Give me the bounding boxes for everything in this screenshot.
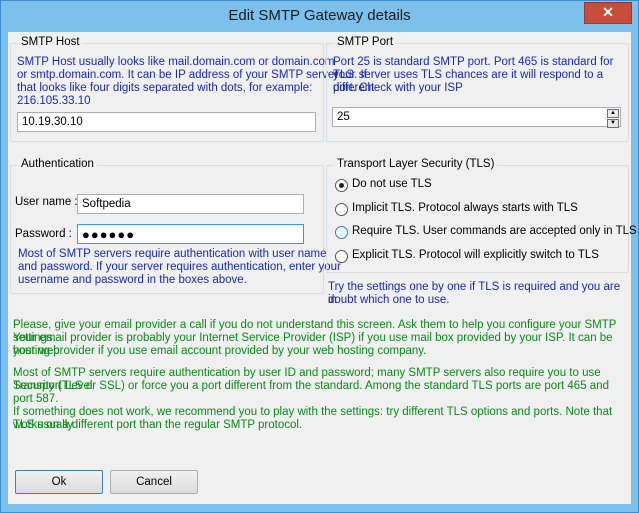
radio-icon[interactable] [335, 250, 348, 263]
auth-help-line-3: username and password in the boxes above… [18, 274, 247, 286]
smtp-port-group-label: SMTP Port [334, 36, 397, 48]
notes-line-6: Security (TLS or SSL) or force you a por… [13, 380, 609, 405]
smtp-port-value: 25 [337, 111, 350, 123]
spin-down-icon[interactable]: ▼ [607, 119, 619, 128]
dialog-client: SMTP Host SMTP Host usually looks like m… [8, 32, 637, 504]
radio-icon[interactable] [335, 226, 348, 239]
notes-line-9: works on a different port than the regul… [13, 419, 303, 431]
radio-checked-icon[interactable] [335, 179, 348, 192]
window-title: Edit SMTP Gateway details [228, 7, 411, 24]
smtp-host-help-line-4: 216.105.33.10 [17, 95, 91, 107]
title-bar[interactable]: Edit SMTP Gateway details ✕ [1, 1, 638, 32]
username-label: User name : [15, 196, 78, 208]
password-input[interactable]: ●●●●●● [77, 224, 304, 244]
notes-line-3: hosting provider if you use email accoun… [13, 345, 427, 357]
username-input[interactable]: Softpedia [77, 194, 304, 214]
tls-group-label: Transport Layer Security (TLS) [334, 158, 498, 170]
smtp-port-input[interactable]: 25 ▲ ▼ [332, 107, 621, 128]
spin-up-icon[interactable]: ▲ [607, 109, 619, 118]
close-button[interactable]: ✕ [584, 2, 632, 24]
password-value: ●●●●●● [82, 227, 136, 242]
ok-button[interactable]: Ok [15, 470, 103, 494]
smtp-host-input[interactable]: 10.19.30.10 [17, 112, 316, 132]
auth-help-line-2: and password. If your server requires au… [18, 261, 341, 273]
tls-hint-line-2: doubt which one to use. [328, 294, 450, 306]
port-spinner[interactable]: ▲ ▼ [607, 109, 619, 128]
auth-help-line-1: Most of SMTP servers require authenticat… [18, 248, 327, 260]
smtp-host-help-line-1: SMTP Host usually looks like mail.domain… [17, 56, 335, 68]
authentication-group-label: Authentication [18, 158, 97, 170]
close-icon: ✕ [602, 4, 614, 20]
cancel-button[interactable]: Cancel [110, 470, 198, 494]
smtp-host-group-label: SMTP Host [18, 36, 83, 48]
radio-icon[interactable] [335, 203, 348, 216]
smtp-port-help-line-3: port. Check with your ISP [333, 82, 463, 94]
smtp-host-help-line-2: or smtp.domain.com. It can be IP address… [17, 69, 339, 81]
smtp-host-help-line-3: that looks like four digits separated wi… [17, 82, 313, 94]
password-label: Password : [15, 228, 72, 240]
dialog-window: Edit SMTP Gateway details ✕ SMTP Host SM… [0, 0, 639, 513]
